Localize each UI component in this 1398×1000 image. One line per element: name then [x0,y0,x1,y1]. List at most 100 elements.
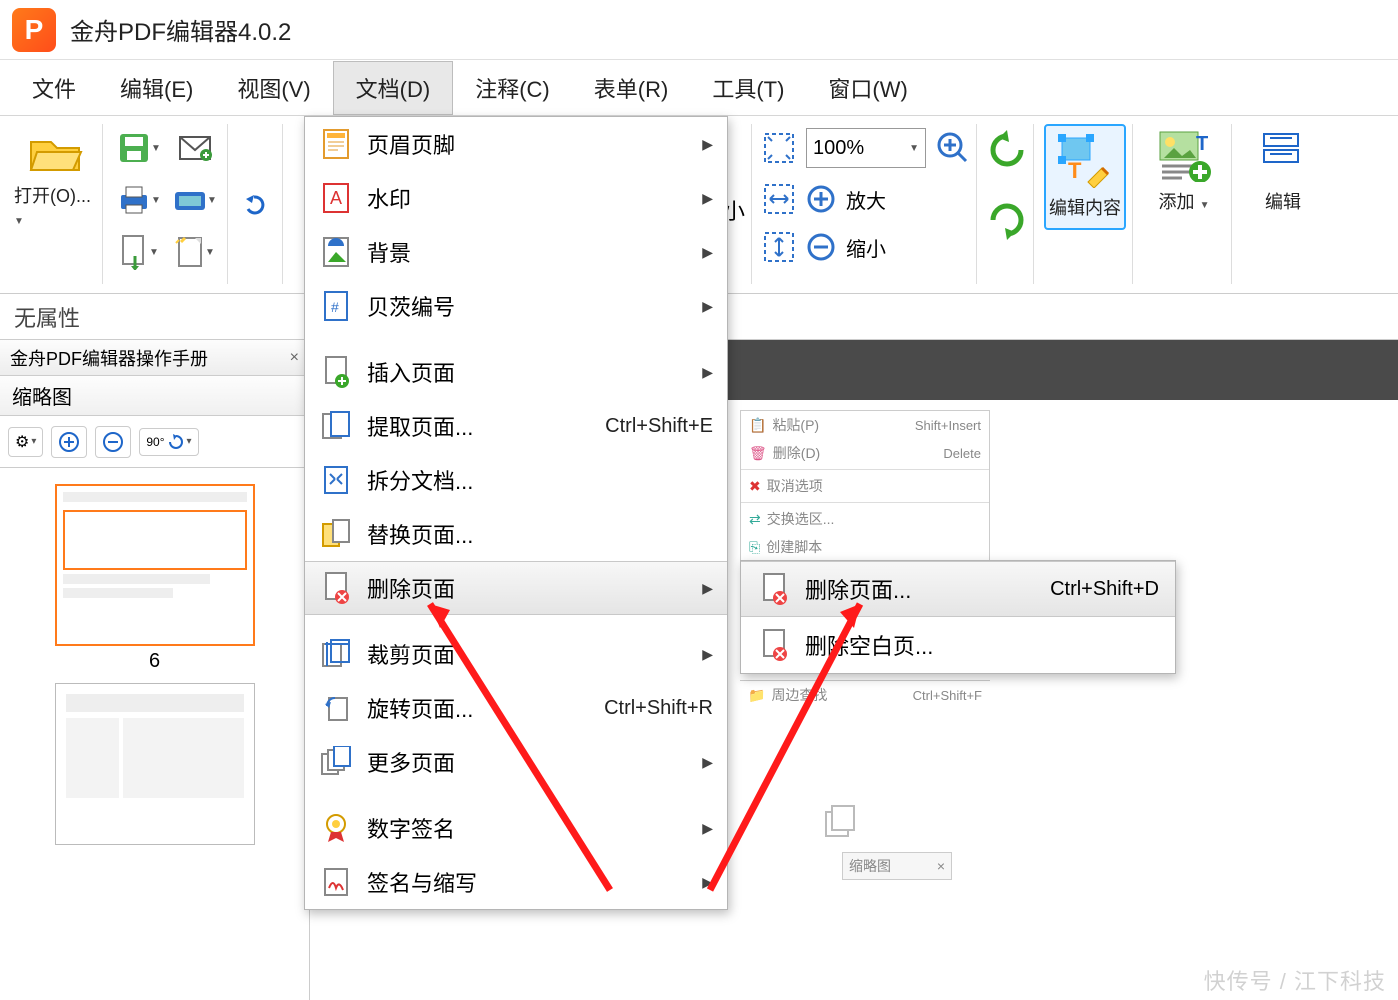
menu-header-footer[interactable]: 页眉页脚▶ [305,117,727,171]
menu-delete-page[interactable]: 删除页面▶ [305,561,727,615]
replace-page-icon [319,517,353,551]
thumb-settings-button[interactable]: ⚙▾ [8,427,43,457]
thumbnail-page-7[interactable] [55,683,255,845]
newdoc-button[interactable]: ▼ [169,228,221,276]
menu-tools[interactable]: 工具(T) [690,62,806,114]
fit-width-icon [762,182,796,216]
menu-view[interactable]: 视图(V) [215,62,332,114]
ctx-layer-find[interactable]: 📁周边查找Ctrl+Shift+F [740,681,990,709]
ctx-replace-sel[interactable]: ⇄交换选区... [741,505,989,533]
gear-icon: ⚙ [15,432,29,452]
thumbnail-page-6[interactable] [55,484,255,646]
svg-text:#: # [331,299,339,315]
zoom-in-button[interactable]: 放大 [762,182,886,216]
zoom-combo[interactable]: 100%▼ [806,128,926,168]
app-title: 金舟PDF编辑器4.0.2 [70,12,291,47]
fit-height-icon [762,230,796,264]
zoom-out-button[interactable]: 缩小 [762,230,886,264]
thumbnail-number: 6 [55,650,255,673]
split-doc-icon [319,463,353,497]
menu-replace-page[interactable]: 替换页面... [305,507,727,561]
folder-search-icon: 📁 [748,687,765,704]
delete-page-icon [319,571,353,605]
menu-sign-abbr[interactable]: 签名与缩写▶ [305,855,727,909]
menu-bates[interactable]: # 贝茨编号▶ [305,279,727,333]
menu-more-pages[interactable]: 更多页面▶ [305,735,727,789]
watermark-icon: A [319,181,353,215]
open-label: 打开(O)... ▼ [14,182,96,229]
svg-text:A: A [330,188,342,208]
menu-rotate-page[interactable]: 旋转页面...Ctrl+Shift+R [305,681,727,735]
add-image-icon: T [1156,128,1212,182]
crop-page-icon [319,637,353,671]
edit-content-icon: T [1056,132,1114,188]
menu-edit[interactable]: 编辑(E) [98,62,215,114]
digital-sign-icon [319,811,353,845]
menu-annotate[interactable]: 注释(C) [453,62,572,114]
print-button[interactable]: ▼ [113,176,165,224]
save-button[interactable]: ▼ [113,124,165,172]
app-logo-icon: P [12,8,56,52]
submenu-delete-blank[interactable]: 删除空白页... [741,617,1175,673]
delete-submenu: 删除页面...Ctrl+Shift+D 删除空白页... [740,560,1176,674]
script-icon: ⎘ [749,539,760,556]
menu-bar: 文件 编辑(E) 视图(V) 文档(D) 注释(C) 表单(R) 工具(T) 窗… [0,60,1398,116]
menu-extract-page[interactable]: 提取页面...Ctrl+Shift+E [305,399,727,453]
delete-blank-icon [757,628,791,662]
thumb-zoom-in-button[interactable] [51,426,87,458]
menu-window[interactable]: 窗口(W) [806,62,929,114]
thumb-zoom-out-button[interactable] [95,426,131,458]
thumb-rotate-button[interactable]: 90°▾ [139,428,198,456]
ctx-paste[interactable]: 📋粘贴(P)Shift+Insert [741,411,989,439]
undo-button[interactable] [238,187,276,221]
submenu-delete-pages[interactable]: 删除页面...Ctrl+Shift+D [741,561,1175,617]
mail-button[interactable] [169,124,221,172]
menu-background[interactable]: 背景▶ [305,225,727,279]
watermark-text: 快传号 / 江下科技 [1204,964,1386,996]
document-menu: 页眉页脚▶ A 水印▶ 背景▶ # 贝茨编号▶ 插入页面▶ 提取页面...Ctr… [304,116,728,910]
edit-content-button[interactable]: T 编辑内容 [1044,124,1126,230]
edit-form-icon [1260,128,1306,182]
menu-watermark[interactable]: A 水印▶ [305,171,727,225]
ctx-delete[interactable]: 🗑删除(D)Delete [741,439,989,467]
trash-icon: 🗑 [749,445,767,462]
context-menu-2: 📁周边查找Ctrl+Shift+F [740,680,990,709]
extract-page-icon [319,409,353,443]
thumbnails-header: 缩略图 [0,376,309,416]
edit-right-button[interactable]: 编辑 [1242,124,1324,220]
export-button[interactable]: ▼ [113,228,165,276]
context-menu: 📋粘贴(P)Shift+Insert 🗑删除(D)Delete ✖取消选项 ⇄交… [740,410,990,562]
bates-icon: # [319,289,353,323]
menu-crop-page[interactable]: 裁剪页面▶ [305,627,727,681]
bottom-thumb-tab[interactable]: 缩略图× [842,852,952,880]
more-pages-icon [319,745,353,779]
left-panel: 金舟PDF编辑器操作手册 × 缩略图 ⚙▾ 90°▾ 6 [0,340,310,1000]
menu-document[interactable]: 文档(D) [333,61,454,115]
folder-open-icon [27,128,83,176]
header-footer-icon [319,127,353,161]
svg-text:T: T [1068,158,1082,183]
fit-page-icon[interactable] [762,131,796,165]
svg-text:T: T [1196,133,1208,155]
stacked-pages-icon [822,800,862,840]
thumbnails-toolbar: ⚙▾ 90°▾ [0,416,309,468]
rotate-page-icon [319,691,353,725]
scan-button[interactable]: ▼ [169,176,221,224]
plus-circle-icon [806,184,836,214]
menu-digital-sign[interactable]: 数字签名▶ [305,801,727,855]
menu-insert-page[interactable]: 插入页面▶ [305,345,727,399]
zoom-plus-icon[interactable] [936,131,970,165]
rotate-cw-icon[interactable] [987,200,1027,240]
menu-file[interactable]: 文件 [10,62,98,114]
insert-page-icon [319,355,353,389]
close-tab-icon[interactable]: × [290,349,299,367]
open-button[interactable]: 打开(O)... ▼ [14,124,96,235]
rotate-ccw-icon[interactable] [987,130,1027,170]
ctx-dismiss[interactable]: ✖取消选项 [741,472,989,500]
sign-abbr-icon [319,865,353,899]
menu-form[interactable]: 表单(R) [572,62,691,114]
doc-tab[interactable]: 金舟PDF编辑器操作手册 × [0,340,309,376]
ctx-create-script[interactable]: ⎘创建脚本 [741,533,989,561]
add-button[interactable]: T 添加 ▼ [1143,124,1225,220]
menu-split-doc[interactable]: 拆分文档... [305,453,727,507]
